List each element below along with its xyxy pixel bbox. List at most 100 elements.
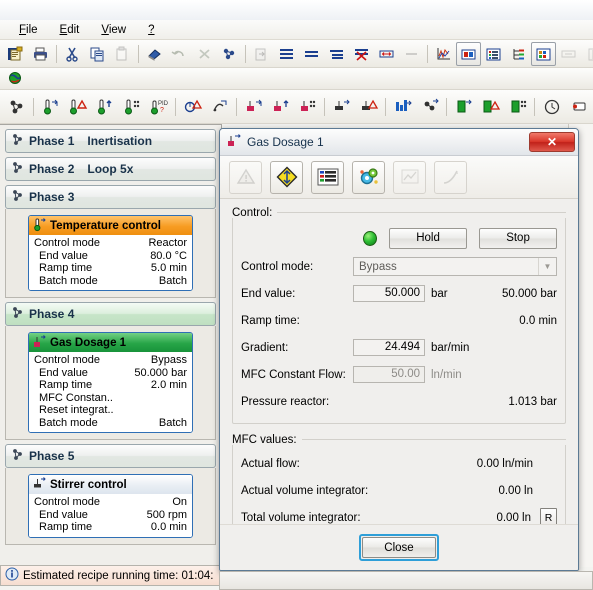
secondary-toolbar [0, 68, 593, 90]
recipe-step-card[interactable]: Temperature control Control mode Reactor … [28, 215, 193, 291]
hold-button[interactable]: Hold [389, 227, 468, 249]
toolbar-separator [534, 97, 535, 116]
timer-icon[interactable] [538, 92, 565, 122]
insert-block-icon[interactable] [324, 42, 349, 66]
value-val: Bypass [150, 354, 187, 366]
dosage-batch-icon[interactable] [294, 92, 321, 122]
dialog-footer: Close [220, 524, 578, 570]
list-view-icon[interactable] [481, 42, 506, 66]
stirrer-set-icon[interactable] [328, 92, 355, 122]
gradient-row: Gradient: 24.494 bar/min [241, 334, 557, 361]
value-key: End value [39, 249, 88, 262]
value-val: 500 rpm [146, 508, 187, 521]
control-mode-row: Control mode: Bypass ▼ [241, 253, 557, 280]
recipe-node-icon [10, 160, 25, 178]
reaction-icon[interactable] [206, 92, 233, 122]
cooling-alarm-icon[interactable] [179, 92, 206, 122]
close-button[interactable]: Close [362, 537, 436, 558]
recipe-step-title: Gas Dosage 1 [50, 336, 127, 349]
value-key: End value [39, 508, 88, 521]
toolbar-separator [385, 97, 386, 116]
import-icon[interactable] [249, 42, 274, 66]
copy-icon[interactable] [85, 42, 110, 66]
gradient-input[interactable]: 24.494 [353, 339, 425, 356]
legend-list-icon[interactable] [311, 160, 344, 194]
value-row: End value 80.0 °C [34, 250, 187, 263]
close-button-focus-ring: Close [359, 534, 439, 561]
tree-view-icon[interactable] [506, 42, 531, 66]
recipe-node-icon[interactable] [3, 92, 30, 122]
temperature-pid-icon[interactable]: PID? [145, 92, 172, 122]
end-value-input[interactable]: 50.000 [353, 285, 425, 302]
diamond-warning-icon[interactable] [270, 160, 303, 194]
print-icon[interactable] [28, 42, 53, 66]
curve-icon[interactable] [434, 160, 467, 194]
dialog-title-bar[interactable]: Gas Dosage 1 ✕ [220, 129, 578, 156]
close-icon[interactable]: ✕ [529, 132, 575, 152]
comment-icon[interactable] [565, 92, 592, 122]
value-row: Batch mode Batch [34, 417, 187, 430]
toolbar-separator [33, 97, 34, 116]
value-key: Control mode [34, 354, 101, 366]
paste-icon[interactable] [110, 42, 135, 66]
main-toolbar [0, 40, 593, 68]
stop-button[interactable]: Stop [479, 227, 558, 249]
pump-icon[interactable] [416, 92, 443, 122]
settings-icon[interactable] [217, 42, 242, 66]
chart-curve-icon[interactable] [431, 42, 456, 66]
value-row: Control mode Reactor [34, 237, 187, 250]
phase-header[interactable]: Phase 3 [5, 185, 216, 209]
dosage-ramp-icon[interactable] [267, 92, 294, 122]
control-mode-select[interactable]: Bypass ▼ [353, 257, 557, 276]
ruler-icon[interactable] [581, 42, 593, 66]
phase-title: Phase 3 [29, 190, 75, 204]
new-recipe-icon[interactable] [3, 42, 28, 66]
device-alarm-icon[interactable] [477, 92, 504, 122]
delete-icon[interactable] [192, 42, 217, 66]
delete-row-icon[interactable] [349, 42, 374, 66]
globe-icon[interactable] [3, 67, 28, 91]
temperature-batch-icon[interactable] [118, 92, 145, 122]
trend-chart-icon[interactable] [393, 160, 426, 194]
phase-title: Phase 1 [29, 134, 75, 148]
phase-header[interactable]: Phase 5 [5, 444, 216, 468]
phase-header[interactable]: Phase 2 Loop 5x [5, 157, 216, 181]
insert-row-icon[interactable] [274, 42, 299, 66]
control-mode-value: Bypass [359, 260, 397, 273]
grid-icon[interactable] [399, 42, 424, 66]
mfc-constant-flow-unit: ln/min [431, 368, 462, 381]
recipe-phase-list[interactable]: Phase 1 Inertisation Phase 2 Loop 5x Pha… [0, 124, 222, 567]
insert-line-icon[interactable] [299, 42, 324, 66]
menu-item-help[interactable]: ? [137, 22, 165, 38]
undo-icon[interactable] [167, 42, 192, 66]
stirrer-ramp-icon[interactable] [355, 92, 382, 122]
chevron-down-icon[interactable]: ▼ [538, 258, 556, 275]
alarm-triangle-icon[interactable] [229, 160, 262, 194]
temperature-set-icon[interactable] [37, 92, 64, 122]
phase-header[interactable]: Phase 1 Inertisation [5, 129, 216, 153]
table-view-icon[interactable] [531, 41, 556, 66]
dosage-set-icon[interactable] [240, 92, 267, 122]
toolbar-separator [245, 44, 246, 63]
menu-item-file[interactable]: FFileile [8, 22, 49, 38]
temperature-alarm-icon[interactable] [64, 92, 91, 122]
cut-icon[interactable] [60, 42, 85, 66]
measure-icon[interactable] [556, 42, 581, 66]
device-set-icon[interactable] [450, 92, 477, 122]
resize-icon[interactable] [374, 42, 399, 66]
image-view-icon[interactable] [456, 41, 481, 66]
eraser-icon[interactable] [142, 42, 167, 66]
temperature-ramp-icon[interactable] [91, 92, 118, 122]
mfc-constant-flow-input[interactable]: 50.00 [353, 366, 425, 383]
recipe-step-card[interactable]: Stirrer control Control mode On End value… [28, 474, 193, 538]
menu-bar: FFileile Edit View ? [0, 20, 593, 40]
recipe-step-card[interactable]: Gas Dosage 1 Control mode Bypass End valu… [28, 332, 193, 433]
menu-item-edit[interactable]: Edit [49, 22, 91, 38]
value-val: 50.000 bar [134, 366, 187, 379]
balance-icon[interactable] [389, 92, 416, 122]
configuration-gear-icon[interactable] [352, 160, 385, 194]
menu-item-view[interactable]: View [90, 22, 137, 38]
pressure-reactor-label: Pressure reactor: [241, 395, 330, 408]
device-batch-icon[interactable] [504, 92, 531, 122]
phase-header[interactable]: Phase 4 [5, 302, 216, 326]
